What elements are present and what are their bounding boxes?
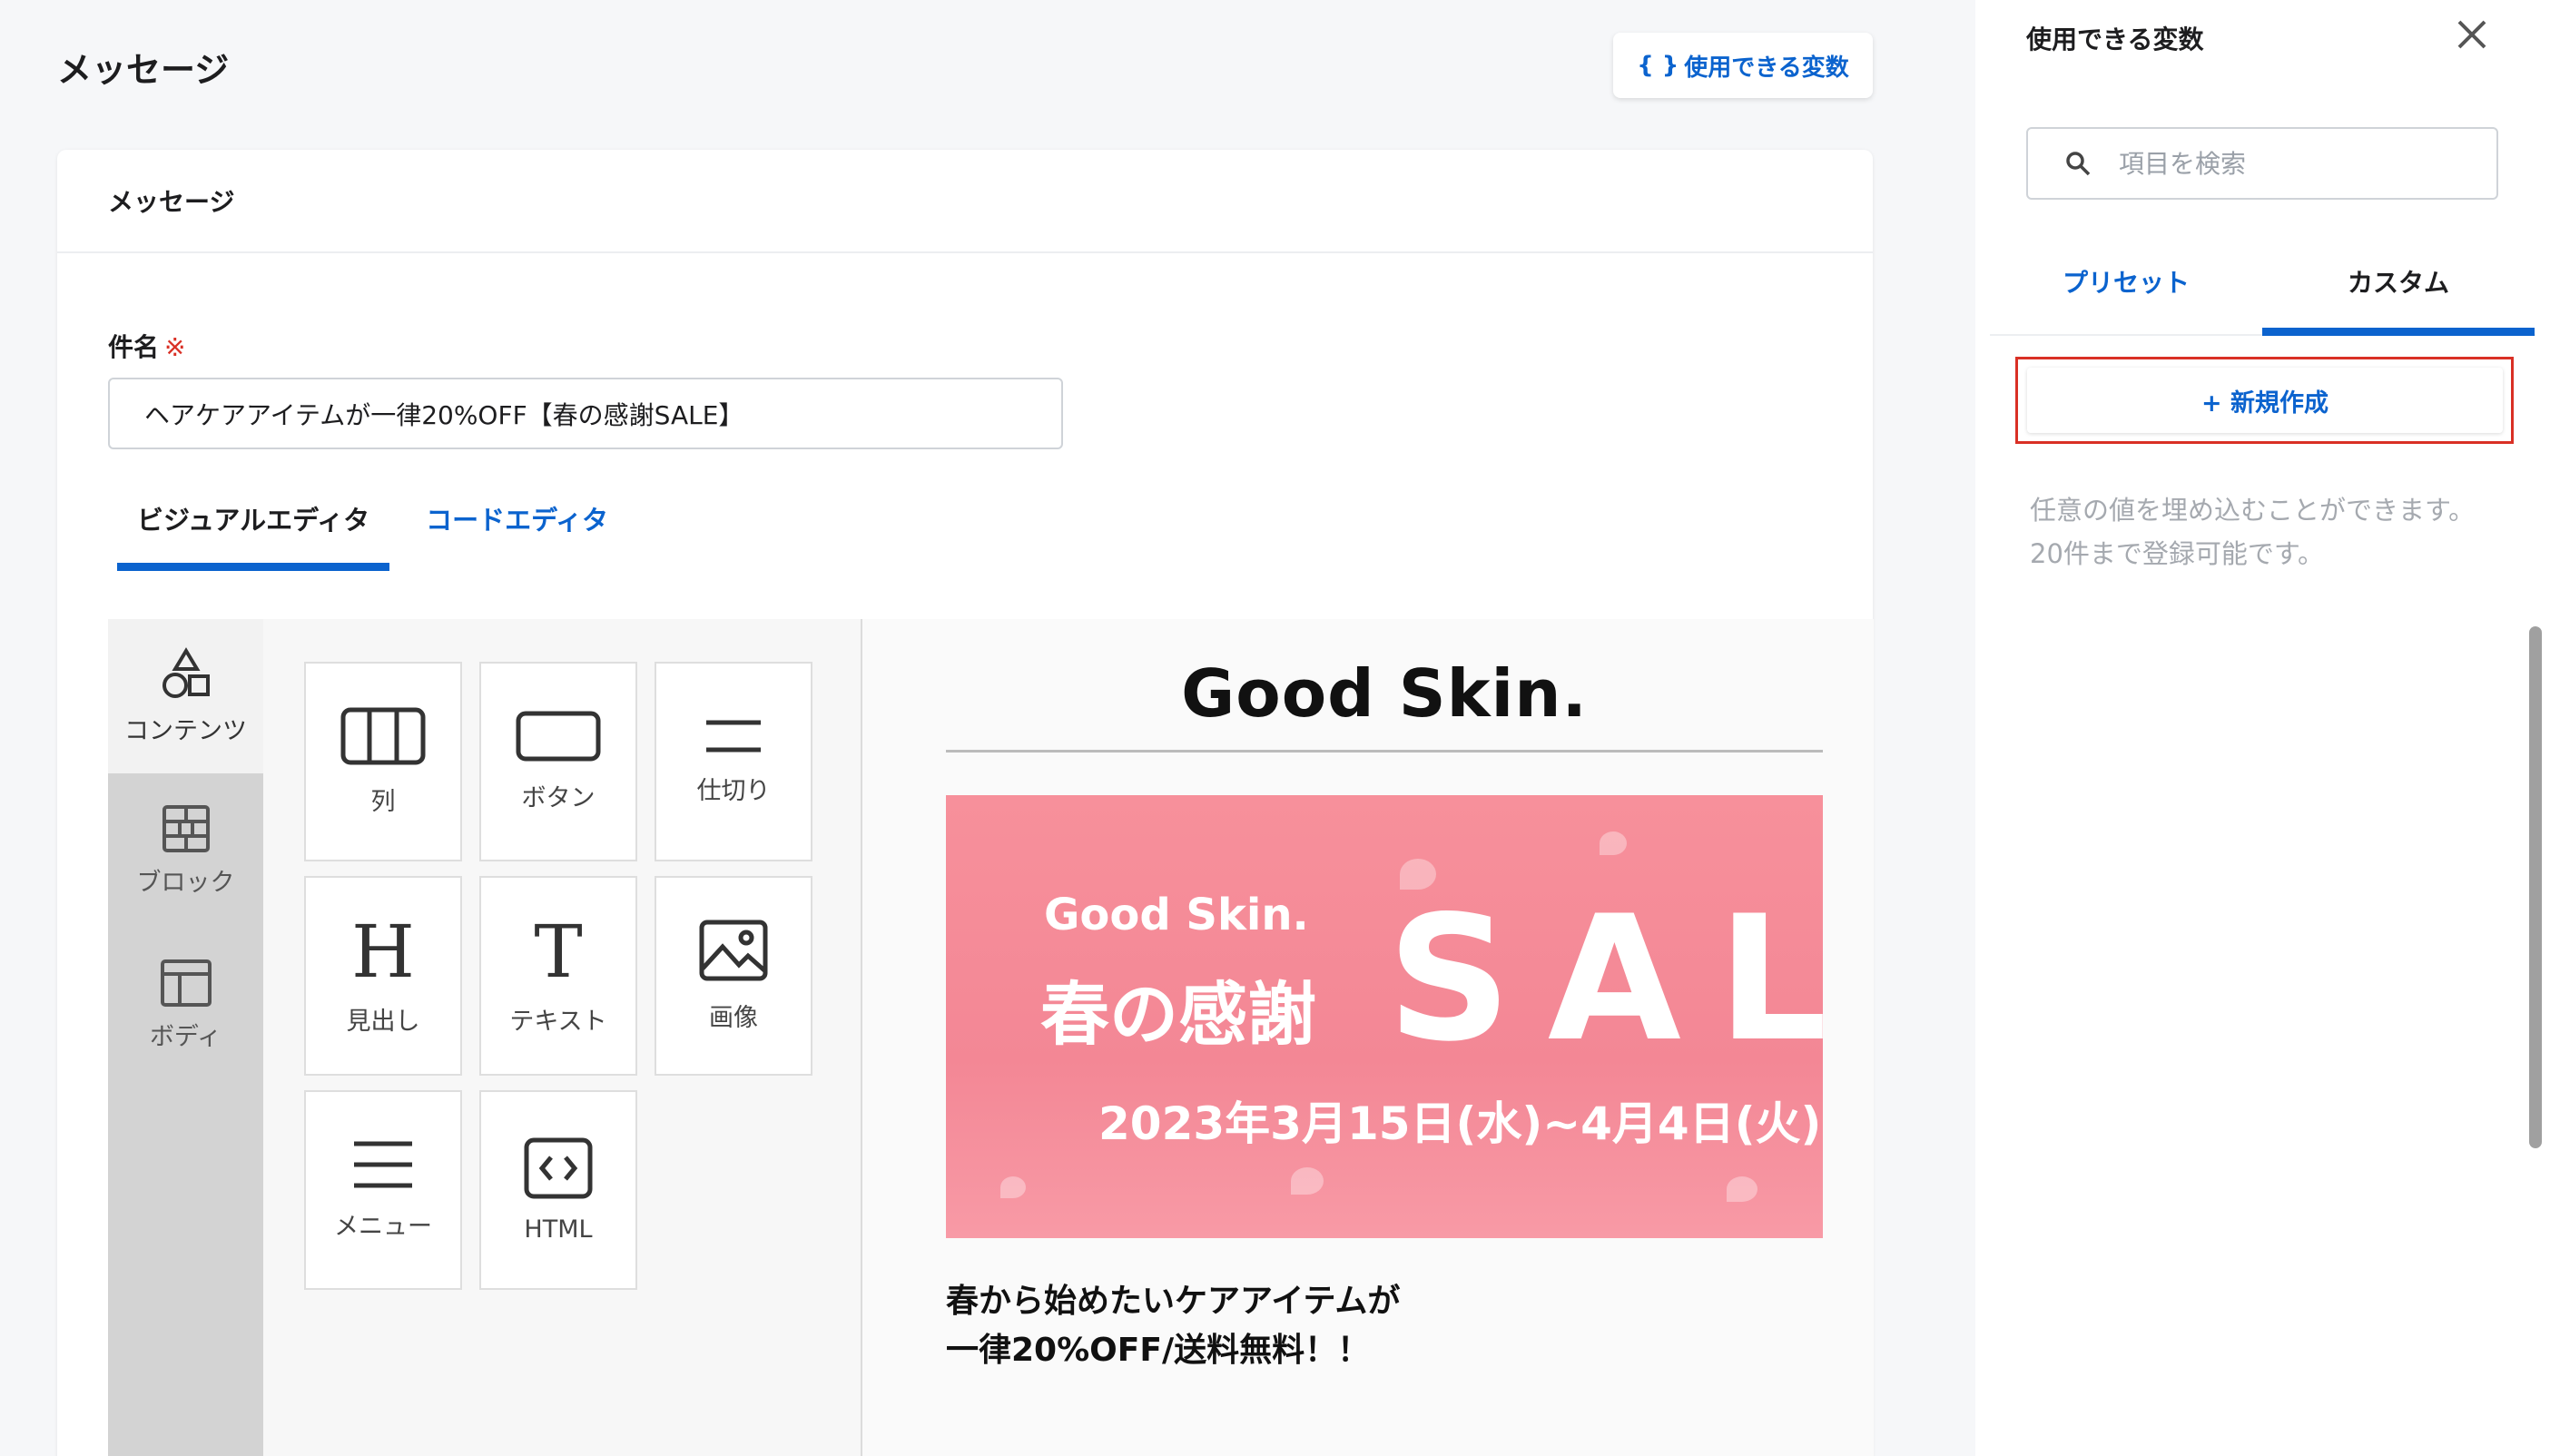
block-button[interactable]: ボタン <box>479 662 637 861</box>
sale-banner-image: Good Skin. 春の感謝 SALE 2023年3月15日(水)~4月4日(… <box>946 795 1823 1238</box>
panel-title: 使用できる変数 <box>2026 25 2204 54</box>
banner-brand: Good Skin. <box>1044 890 1309 940</box>
block-label: 画像 <box>709 1003 758 1032</box>
highlight-box: + 新規作成 <box>2015 357 2514 444</box>
card-header: メッセージ <box>57 150 1873 253</box>
petal-decoration <box>1600 831 1627 855</box>
close-icon[interactable] <box>2452 15 2492 54</box>
available-variables-label: 使用できる変数 <box>1684 54 1849 82</box>
block-label: 仕切り <box>696 776 771 805</box>
required-mark: ※ <box>164 332 186 362</box>
visual-editor: コンテンツ ブロック ボディ 列 ボタン 仕切り H 見出し T テキスト 画像… <box>108 619 1874 1456</box>
block-divider[interactable]: 仕切り <box>655 662 812 861</box>
email-preview: Good Skin. Good Skin. 春の感謝 SALE 2023年3月1… <box>862 619 1874 1456</box>
subject-input[interactable] <box>108 378 1063 449</box>
custom-variable-hint: 任意の値を埋め込むことができます。 20件まで登録可能です。 <box>2030 488 2475 576</box>
block-html[interactable]: HTML <box>479 1090 637 1290</box>
block-heading[interactable]: H 見出し <box>304 876 462 1076</box>
preview-divider <box>946 750 1823 753</box>
preview-copy-line1: 春から始めたいケアアイテムが <box>946 1283 1401 1320</box>
petal-decoration <box>1291 1167 1324 1195</box>
petal-decoration <box>1000 1176 1026 1198</box>
variables-panel: 使用できる変数 プリセット カスタム + 新規作成 任意の値を埋め込むことができ… <box>1975 0 2550 1456</box>
hint-line1: 任意の値を埋め込むことができます。 <box>2030 495 2476 526</box>
rail-label-body: ボディ <box>149 1022 222 1051</box>
rail-item-content[interactable]: コンテンツ <box>108 619 263 773</box>
block-label: メニュー <box>334 1212 432 1241</box>
banner-sale: SALE <box>1387 879 1823 1079</box>
preview-copy: 春から始めたいケアアイテムが 一律20%OFF/送料無料！！ <box>946 1277 1400 1375</box>
preview-brand-logo: Good Skin. <box>1181 655 1588 732</box>
panel-scrollbar[interactable] <box>2529 626 2542 1148</box>
message-card: メッセージ 件名※ ビジュアルエディタ コードエディタ コンテンツ <box>57 150 1874 1456</box>
block-image[interactable]: 画像 <box>655 876 812 1076</box>
columns-icon <box>340 707 426 764</box>
tab-preset[interactable]: プリセット <box>1990 263 2262 334</box>
heading-icon: H <box>351 909 415 994</box>
image-icon <box>699 920 768 980</box>
search-icon <box>2066 152 2091 176</box>
rail-label-blocks: ブロック <box>136 868 235 897</box>
rail-item-blocks[interactable]: ブロック <box>108 773 263 928</box>
subject-label: 件名 ※ <box>108 328 185 364</box>
search-input[interactable] <box>2119 148 2482 179</box>
available-variables-button[interactable]: { } 使用できる変数 <box>1613 33 1873 98</box>
banner-date: 2023年3月15日(水)~4月4日(火) <box>1098 1097 1822 1150</box>
block-label: 見出し <box>346 1007 420 1036</box>
page-title: メッセージ <box>57 50 230 90</box>
petal-decoration <box>1727 1176 1757 1202</box>
main-area: メッセージ { } 使用できる変数 メッセージ 件名※ ビジュアルエディタ コー… <box>0 0 1975 1456</box>
subject-label-text: 件名 <box>108 332 160 362</box>
body-layout-icon <box>160 959 212 1007</box>
tab-visual-editor[interactable]: ビジュアルエディタ <box>117 499 390 571</box>
rail-item-body[interactable]: ボディ <box>108 928 263 1082</box>
tab-code-editor[interactable]: コードエディタ <box>406 499 628 571</box>
variable-tabs: プリセット カスタム <box>1990 263 2535 336</box>
braces-icon: { } <box>1637 52 1679 79</box>
divider-icon <box>706 720 761 752</box>
card-title: メッセージ <box>108 187 235 217</box>
create-variable-button[interactable]: + 新規作成 <box>2027 368 2503 433</box>
rail-label-content: コンテンツ <box>124 716 247 745</box>
text-icon: T <box>534 909 583 994</box>
hint-line2: 20件まで登録可能です。 <box>2030 538 2325 569</box>
variable-search <box>2026 127 2498 200</box>
content-palette: 列 ボタン 仕切り H 見出し T テキスト 画像 メニュー HTML <box>263 619 862 1456</box>
block-columns[interactable]: 列 <box>304 662 462 861</box>
tab-custom[interactable]: カスタム <box>2262 263 2535 336</box>
editor-tabs: ビジュアルエディタ コードエディタ <box>117 499 628 571</box>
editor-rail: コンテンツ ブロック ボディ <box>108 619 280 1456</box>
block-menu[interactable]: メニュー <box>304 1090 462 1290</box>
preview-copy-line2: 一律20%OFF/送料無料！！ <box>946 1332 1371 1369</box>
html-code-icon <box>524 1137 593 1198</box>
block-text[interactable]: T テキスト <box>479 876 637 1076</box>
button-icon <box>516 711 601 761</box>
banner-title: 春の感謝 <box>1040 974 1316 1055</box>
blocks-icon <box>162 804 210 852</box>
block-label: ボタン <box>521 783 596 812</box>
menu-icon <box>354 1141 412 1187</box>
block-label: テキスト <box>509 1007 607 1036</box>
shapes-icon <box>162 646 210 698</box>
block-label: 列 <box>370 787 396 816</box>
block-label: HTML <box>524 1215 593 1244</box>
